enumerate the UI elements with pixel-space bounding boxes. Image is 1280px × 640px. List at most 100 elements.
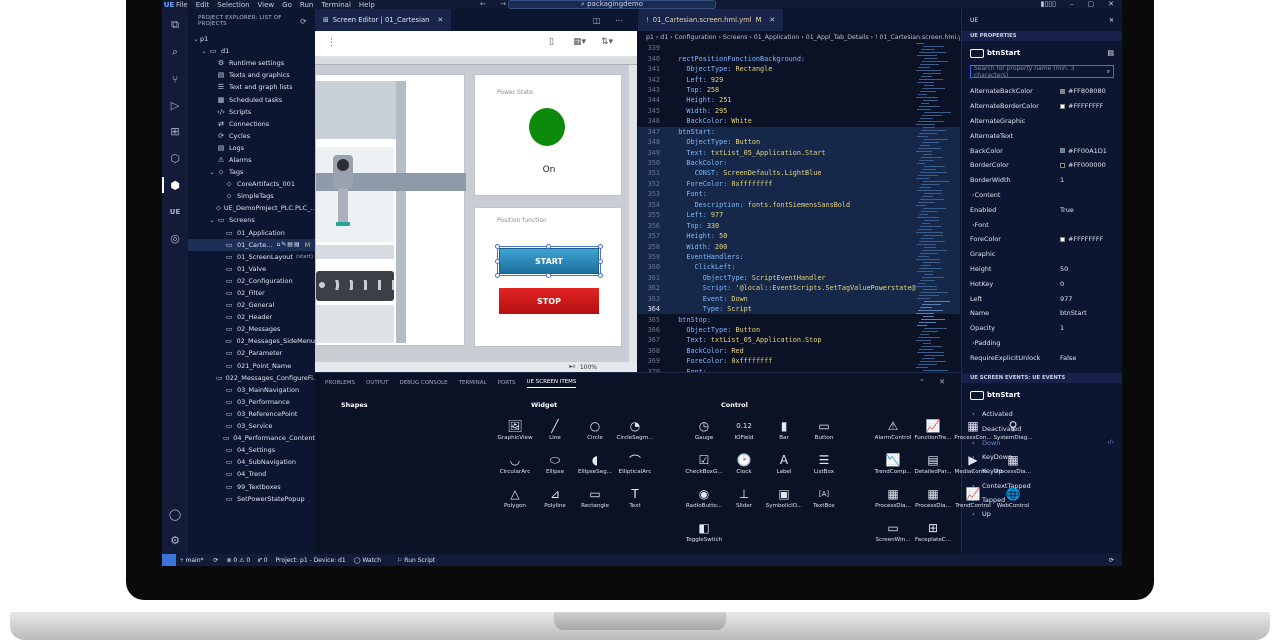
run-debug-icon[interactable]: ▷	[168, 98, 182, 112]
code-line[interactable]: 354 Description: fonts.fontSiemensSansBo…	[638, 199, 960, 210]
settings-target-icon[interactable]: ◎	[168, 231, 182, 245]
account-icon[interactable]: ◯	[168, 507, 182, 521]
chevron-down-icon[interactable]: ⌄	[208, 217, 216, 224]
tree-item[interactable]: ⌄ ▭ d1	[188, 45, 315, 57]
code-editor[interactable]: 339 340 rectPositionFunctionBackground: 34…	[638, 43, 960, 372]
code-line[interactable]: 346 BackColor: White	[638, 116, 960, 126]
property-value[interactable]: #FFFFFFFF	[1060, 235, 1103, 243]
toolbox-item[interactable]: ◔ CircleSegm...	[613, 417, 657, 441]
toolbox-item[interactable]: 📈 FunctionTre...	[911, 417, 955, 441]
code-line[interactable]: 362 Script: '@local::EventScripts.SetTag…	[638, 283, 960, 294]
properties-section-title[interactable]: UE PROPERTIES	[962, 31, 1122, 41]
tree-item[interactable]: ▭ 04_Performance_Content	[188, 432, 315, 444]
resize-handle[interactable]	[546, 244, 551, 249]
code-line[interactable]: 349 Text: txtList_05_Application.Start	[638, 147, 960, 158]
gear-icon[interactable]: ⚙	[168, 533, 182, 547]
property-row[interactable]: ForeColor #FFFFFFFF	[962, 232, 1122, 247]
tree-item[interactable]: ⚠ Alarms	[188, 154, 315, 166]
toolbox-item[interactable]: [A] TextBox	[802, 485, 846, 509]
tree-item[interactable]: ▭ SetPowerStatePopup	[188, 493, 315, 505]
close-tab-icon[interactable]: ✕	[437, 16, 443, 24]
code-line[interactable]: 369 ForeColor: 0xffffffff	[638, 356, 960, 366]
property-row[interactable]: ›Content	[962, 188, 1122, 203]
property-row[interactable]: Left 977	[962, 291, 1122, 306]
tree-item[interactable]: ▤ Texts and graphics	[188, 69, 315, 81]
resize-handle[interactable]	[598, 273, 603, 278]
toolbox-item[interactable]: 🌐 WebControl	[991, 485, 1035, 509]
code-line[interactable]: 352 ForeColor: 0xffffffff	[638, 178, 960, 190]
toolbox-item[interactable]: 🕑 Clock	[722, 451, 766, 475]
panel-tab[interactable]: UE SCREEN ITEMS	[526, 379, 577, 388]
tree-item[interactable]: ▭ 02_General	[188, 299, 315, 311]
tree-item[interactable]: ▭ 02_Parameter	[188, 347, 315, 359]
code-line[interactable]: 347 btnStart:	[638, 126, 960, 137]
tree-item[interactable]: ▭ 04_Trend	[188, 468, 315, 480]
tree-item[interactable]: ▭ 01_Application	[188, 227, 315, 239]
toolbox-item[interactable]: ○ Circle	[573, 417, 617, 441]
property-value[interactable]: False	[1060, 354, 1076, 362]
code-line[interactable]: 353 Font:	[638, 189, 960, 200]
run-script-status[interactable]: ⚐ Run Script	[397, 557, 443, 564]
toolbox-item[interactable]: ╱ Line	[533, 417, 577, 441]
menu-file[interactable]: File	[176, 1, 188, 9]
code-icon[interactable]: ‹/›	[1107, 439, 1114, 446]
tree-item[interactable]: ▭ 03_MainNavigation	[188, 384, 315, 396]
code-line[interactable]: 365 btnStop:	[638, 314, 960, 324]
toolbox-item[interactable]: ⚲ SystemDiag...	[991, 417, 1035, 441]
resize-handle[interactable]	[598, 259, 603, 264]
tree-item[interactable]: ⌄ ▭ Screens	[188, 214, 315, 226]
code-line[interactable]: 363 Event: Down	[638, 293, 960, 304]
toolbox-item[interactable]: ▦ ProcessDia...	[991, 451, 1035, 475]
zoom-value[interactable]: 100%	[580, 364, 597, 371]
events-section-title[interactable]: UE SCREEN EVENTS: UE EVENTS	[962, 373, 1122, 384]
code-line[interactable]: 355 Left: 977	[638, 210, 960, 221]
menu-run[interactable]: Run	[300, 1, 313, 9]
property-row[interactable]: HotKey 0	[962, 276, 1122, 291]
tree-item[interactable]: ▭ 02_Messages_SideMenu	[188, 335, 315, 347]
zoom-icon[interactable]: ▸⌕	[569, 363, 575, 371]
toolbox-item[interactable]: ☰ ListBox	[802, 451, 846, 475]
remote-icon[interactable]	[162, 554, 176, 566]
close-tab-icon[interactable]: ✕	[770, 16, 776, 24]
tree-item[interactable]: ☰ Text and graph lists	[188, 81, 315, 93]
code-line[interactable]: 340 rectPositionFunctionBackground:	[638, 53, 960, 63]
toolbox-item[interactable]: ▦ ProcessCon...	[951, 417, 995, 441]
tree-item[interactable]: ⌄ ⬦ Tags	[188, 166, 315, 178]
project-status[interactable]: Project: p1 - Device: d1	[276, 557, 346, 564]
tree-item[interactable]: ⬦ UE_DemoProject_PLC.PLC_...	[188, 202, 315, 214]
property-value[interactable]: 1	[1060, 176, 1064, 184]
menu-view[interactable]: View	[258, 1, 275, 9]
property-row[interactable]: Height 50	[962, 262, 1122, 277]
property-value[interactable]: #FF808080	[1060, 87, 1106, 95]
property-value[interactable]: #FFFFFFFF	[1060, 102, 1103, 110]
property-value[interactable]: btnStart	[1060, 309, 1087, 317]
panel-tab[interactable]: TERMINAL	[459, 380, 487, 386]
toolbox-item[interactable]: ⬭ Ellipse	[533, 451, 577, 476]
power-led[interactable]	[529, 108, 565, 146]
property-row[interactable]: Graphic	[962, 247, 1122, 262]
code-line[interactable]: 341 ObjectType: Rectangle	[638, 64, 960, 74]
resize-handle[interactable]	[495, 259, 500, 264]
toolbox-item[interactable]: ◖ EllipseSeg...	[573, 451, 617, 475]
refresh-icon[interactable]: ⟳	[300, 17, 307, 26]
property-row[interactable]: Name btnStart	[962, 306, 1122, 321]
toolbox-item[interactable]: 📈 TrendControl	[951, 485, 995, 509]
project-cube-icon[interactable]: ⬢	[168, 178, 182, 192]
code-line[interactable]: 364 Type: Script	[638, 303, 960, 315]
toolbox-item[interactable]: ▦ ProcessDia...	[911, 485, 955, 509]
tree-item[interactable]: ⇄ Connections	[188, 118, 315, 130]
toolbox-item[interactable]: ☑ CheckBoxG...	[682, 451, 726, 475]
toolbox-item[interactable]: 📉 TrendComp...	[871, 451, 915, 475]
ue-icon[interactable]: UE	[168, 205, 182, 219]
code-line[interactable]: 344 Height: 251	[638, 95, 960, 105]
tree-item[interactable]: ▭ 03_ReferencePoint	[188, 408, 315, 420]
tree-item[interactable]: ⚙ Runtime settings	[188, 57, 315, 69]
property-row[interactable]: Opacity 1	[962, 321, 1122, 336]
tree-item[interactable]: ▭ 04_SubNavigation	[188, 456, 315, 468]
breadcrumb[interactable]: p1 › d1 › Configuration › Screens › 01_A…	[638, 31, 960, 43]
toolbox-item[interactable]: ◷ Gauge	[682, 417, 726, 441]
tree-item[interactable]: ▭ 01_ScreenLayout (start)	[188, 251, 315, 263]
code-line[interactable]: 343 Top: 258	[638, 85, 960, 95]
code-line[interactable]: 356 Top: 330	[638, 220, 960, 231]
color-swatch[interactable]	[1060, 88, 1065, 94]
